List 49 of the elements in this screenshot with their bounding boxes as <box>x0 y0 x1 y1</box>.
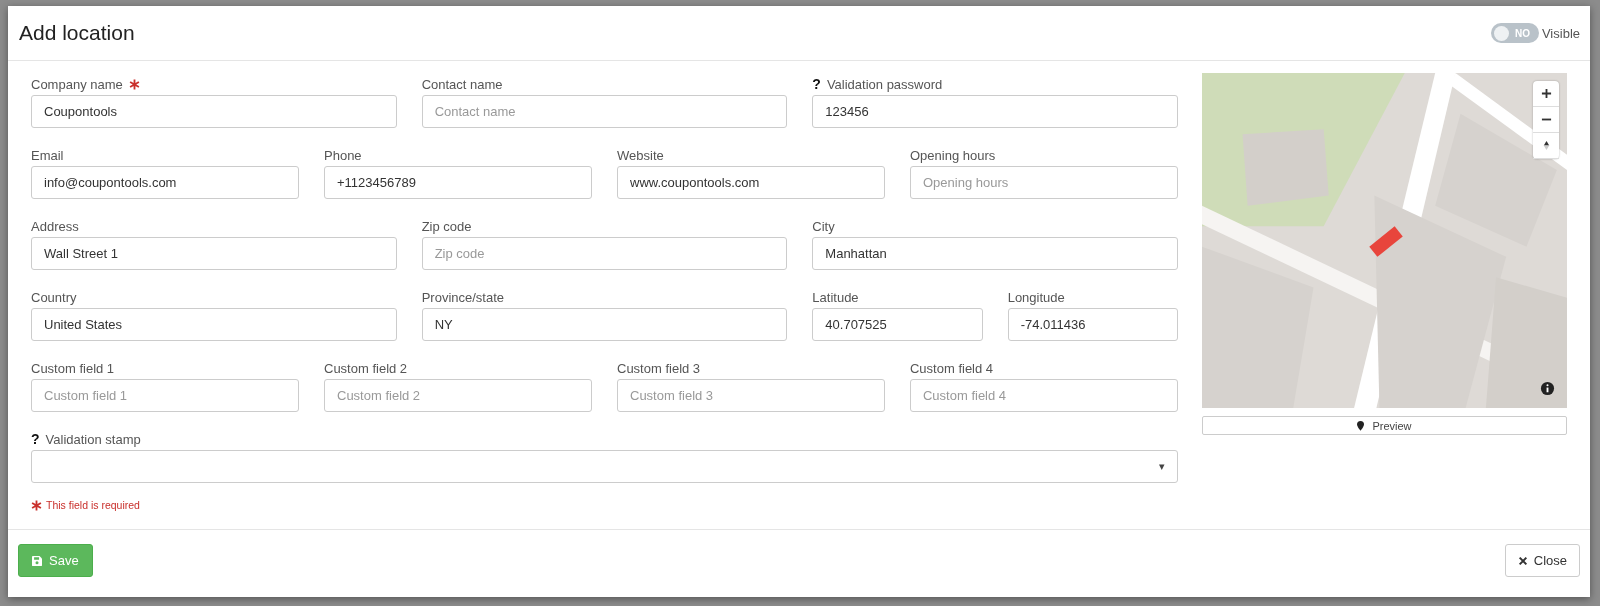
input-field[interactable]: Opening hours <box>910 166 1178 199</box>
field-label: Custom field 2 <box>324 360 408 376</box>
input-field[interactable]: NY <box>421 308 788 341</box>
field-label: Website <box>617 147 664 163</box>
close-button[interactable]: Close <box>1504 544 1580 577</box>
input-field[interactable]: info@coupontools.com <box>31 166 299 199</box>
required-icon <box>31 499 42 511</box>
field-label: Contact name <box>421 76 503 92</box>
input-field[interactable]: -74.011436 <box>1007 308 1178 341</box>
pin-icon <box>1357 420 1365 431</box>
field-label: Latitude <box>812 289 859 305</box>
field-label: Province/state <box>421 289 505 305</box>
input-field[interactable]: 123456 <box>812 95 1178 128</box>
field-label: Email <box>31 147 64 163</box>
input-field[interactable]: +1123456789 <box>324 166 592 199</box>
preview-button[interactable]: Preview <box>1202 416 1567 435</box>
field-label: City <box>812 218 835 234</box>
field-label: Longitude <box>1007 289 1065 305</box>
input-field[interactable]: www.coupontools.com <box>617 166 885 199</box>
input-field[interactable]: Custom field 4 <box>910 379 1178 412</box>
input-field[interactable]: 40.707525 <box>812 308 983 341</box>
field-label: Country <box>31 289 77 305</box>
field-label: Address <box>31 218 79 234</box>
input-field[interactable]: Custom field 2 <box>324 379 592 412</box>
field-label: Validation stamp <box>45 431 141 447</box>
field-label: Custom field 4 <box>910 360 994 376</box>
input-field[interactable]: Wall Street 1 <box>31 237 397 270</box>
field-label: Opening hours <box>910 147 996 163</box>
field-label: Company name <box>31 76 123 92</box>
field-label: Validation password <box>826 76 943 92</box>
select-field[interactable]: ▾ <box>31 450 1178 483</box>
input-field[interactable]: Custom field 3 <box>617 379 885 412</box>
info-icon[interactable] <box>1540 381 1555 396</box>
required-note: This field is required <box>46 499 140 511</box>
input-field[interactable]: Zip code <box>421 237 788 270</box>
field-label: Custom field 1 <box>31 360 115 376</box>
field-label: Phone <box>324 147 362 163</box>
input-field[interactable]: Contact name <box>421 95 788 128</box>
input-field[interactable]: Coupontools <box>31 95 397 128</box>
dialog-title: Add location <box>19 21 135 45</box>
field-label: Custom field 3 <box>617 360 701 376</box>
input-field[interactable]: United States <box>31 308 397 341</box>
input-field[interactable]: Custom field 1 <box>31 379 299 412</box>
help-mark[interactable]: ? <box>31 431 40 447</box>
visibility-label: Visible <box>1541 25 1580 41</box>
help-mark[interactable]: ? <box>812 76 821 92</box>
input-field[interactable]: Manhattan <box>812 237 1178 270</box>
field-label: Zip code <box>421 218 472 234</box>
close-icon <box>1517 555 1528 566</box>
